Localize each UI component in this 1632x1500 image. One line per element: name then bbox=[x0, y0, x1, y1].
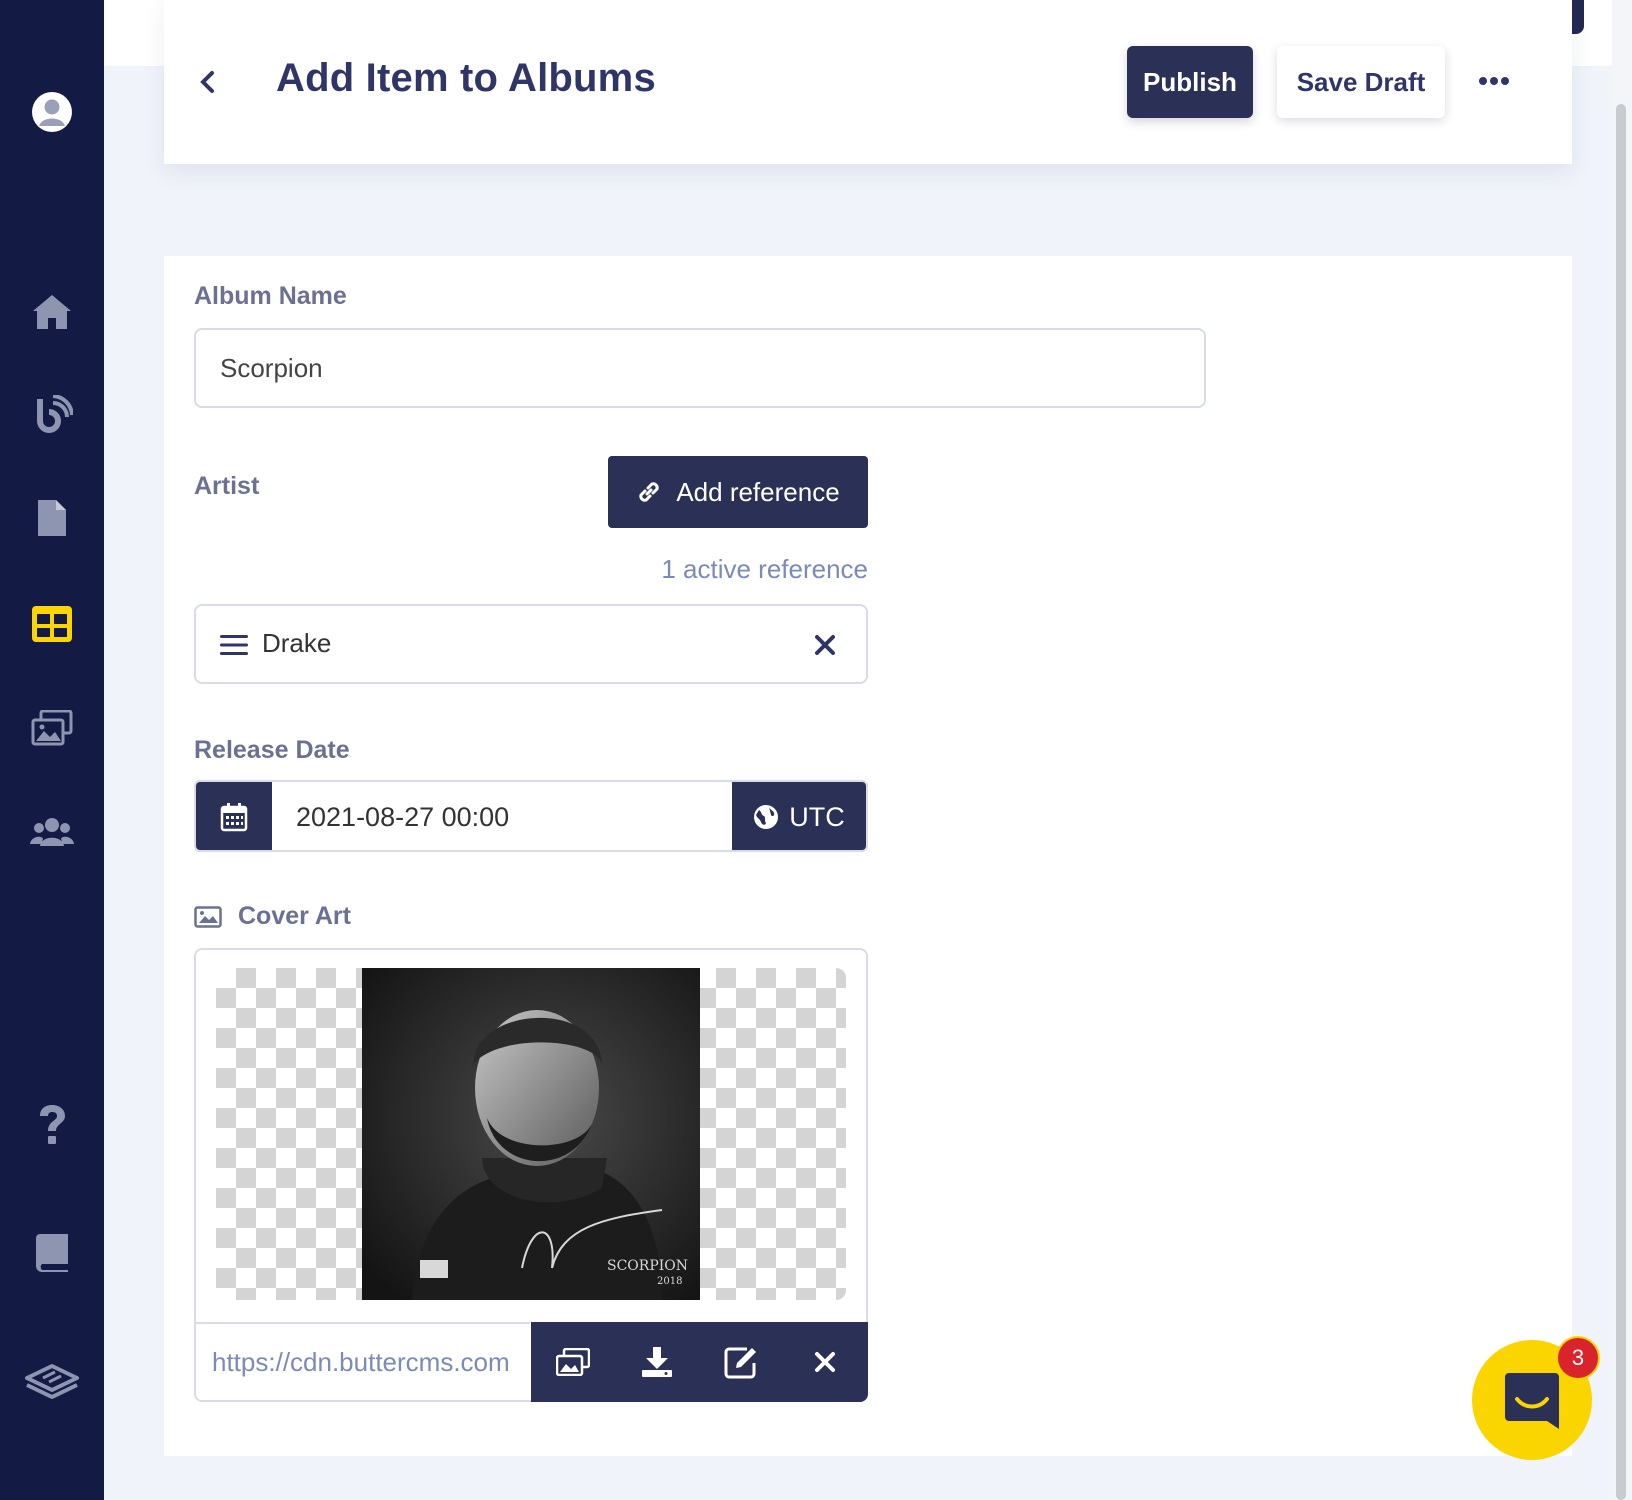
save-draft-button[interactable]: Save Draft bbox=[1277, 46, 1445, 118]
sidebar-item-logo[interactable] bbox=[0, 1352, 104, 1412]
remove-reference-icon[interactable] bbox=[814, 634, 836, 656]
sidebar-item-home[interactable] bbox=[0, 282, 104, 342]
release-date-label: Release Date bbox=[194, 736, 350, 764]
reference-name: Drake bbox=[262, 628, 332, 658]
cover-art-url-input[interactable] bbox=[196, 1322, 530, 1400]
sidebar-item-media[interactable] bbox=[0, 698, 104, 758]
sidebar-item-profile[interactable] bbox=[0, 82, 104, 142]
page-icon bbox=[38, 500, 66, 536]
chat-notification-badge: 3 bbox=[1556, 1336, 1600, 1380]
avatar-icon bbox=[32, 92, 72, 132]
back-button[interactable] bbox=[196, 62, 218, 102]
media-icon bbox=[31, 710, 73, 746]
logo-icon bbox=[25, 1364, 79, 1399]
media-library-icon bbox=[556, 1348, 590, 1376]
edit-image-button[interactable] bbox=[699, 1322, 783, 1402]
active-reference-count: 1 active reference bbox=[661, 554, 868, 584]
more-horizontal-icon bbox=[1479, 77, 1509, 85]
cover-art-heading: Cover Art bbox=[194, 902, 351, 931]
image-icon bbox=[194, 905, 222, 928]
link-icon bbox=[639, 482, 659, 502]
remove-image-button[interactable] bbox=[783, 1322, 867, 1402]
chevron-left-icon bbox=[200, 71, 214, 93]
cover-art-image[interactable]: SCORPION 2018 bbox=[362, 968, 700, 1300]
chat-icon bbox=[1505, 1373, 1559, 1429]
sidebar-item-help[interactable] bbox=[0, 1096, 104, 1156]
scrollbar-thumb[interactable] bbox=[1616, 104, 1626, 1500]
release-date-field[interactable]: 2021-08-27 00:00 UTC bbox=[194, 780, 868, 852]
publish-button[interactable]: Publish bbox=[1127, 46, 1253, 118]
home-icon bbox=[33, 295, 71, 329]
cover-art-year: 2018 bbox=[657, 1276, 682, 1287]
release-date-value: 2021-08-27 00:00 bbox=[296, 802, 510, 832]
timezone-label: UTC bbox=[789, 801, 845, 832]
add-reference-button[interactable]: Add reference bbox=[608, 456, 868, 528]
cover-art-label: Cover Art bbox=[238, 902, 351, 930]
help-icon bbox=[40, 1105, 65, 1144]
download-icon bbox=[642, 1347, 672, 1377]
docs-icon bbox=[36, 1234, 68, 1272]
page-title: Add Item to Albums bbox=[276, 56, 656, 100]
download-button[interactable] bbox=[615, 1322, 699, 1402]
drag-handle-icon[interactable] bbox=[220, 634, 248, 656]
calendar-button[interactable] bbox=[196, 782, 272, 850]
cover-art-toolbar bbox=[531, 1322, 868, 1402]
album-name-input[interactable] bbox=[194, 328, 1206, 408]
close-icon bbox=[815, 1352, 835, 1372]
timezone-button[interactable]: UTC bbox=[732, 782, 866, 850]
sidebar-item-users[interactable] bbox=[0, 802, 104, 862]
sidebar-item-collections[interactable] bbox=[0, 594, 104, 654]
collections-icon bbox=[32, 606, 72, 642]
album-name-label: Album Name bbox=[194, 282, 347, 310]
more-options-button[interactable] bbox=[1474, 66, 1514, 96]
add-reference-label: Add reference bbox=[676, 476, 840, 507]
calendar-icon bbox=[220, 803, 248, 832]
sidebar-item-blog[interactable] bbox=[0, 386, 104, 446]
cover-art-caption: SCORPION bbox=[607, 1258, 688, 1274]
artist-label: Artist bbox=[194, 472, 260, 500]
edit-icon bbox=[724, 1347, 756, 1379]
sidebar bbox=[0, 0, 104, 1500]
reference-item[interactable]: Drake bbox=[194, 604, 868, 684]
sidebar-item-pages[interactable] bbox=[0, 488, 104, 548]
blog-icon bbox=[37, 395, 73, 433]
sidebar-item-docs[interactable] bbox=[0, 1222, 104, 1282]
users-icon bbox=[30, 818, 74, 846]
media-library-button[interactable] bbox=[531, 1322, 615, 1402]
globe-icon bbox=[754, 805, 779, 829]
